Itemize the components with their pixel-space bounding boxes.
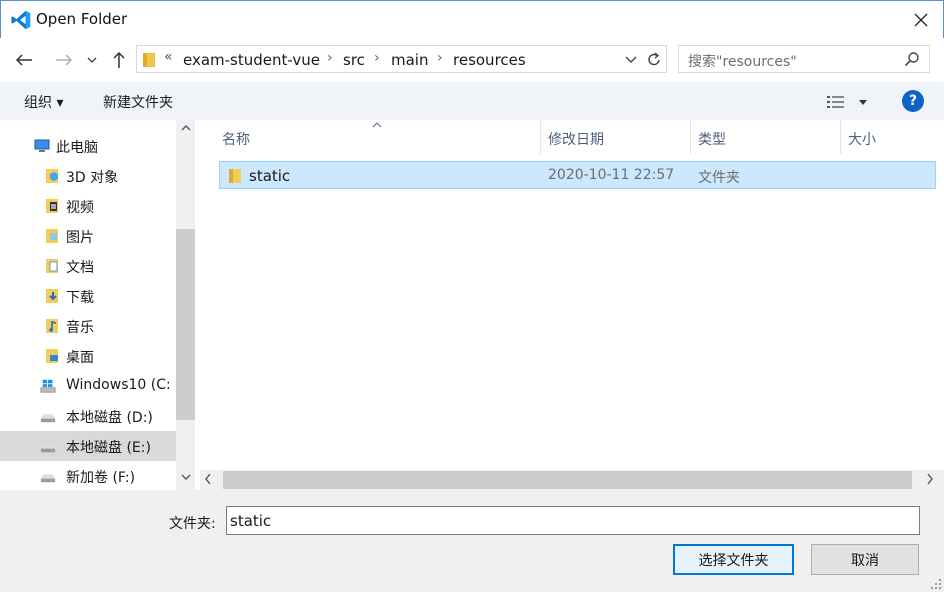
column-header-modified[interactable]: 修改日期 (548, 129, 604, 149)
column-divider[interactable] (690, 120, 691, 154)
sidebar-item-label: 图片 (66, 230, 94, 246)
windows-drive-icon (40, 379, 56, 393)
sidebar-item-label: 新加卷 (F:) (66, 470, 136, 486)
arrow-right-icon (56, 54, 73, 66)
sidebar-item-label: 视频 (66, 200, 94, 216)
search-input[interactable]: 搜索"resources" (678, 45, 930, 73)
search-placeholder: 搜索"resources" (688, 54, 797, 70)
chevron-down-icon (859, 100, 867, 105)
folder-field-label: 文件夹: (169, 516, 216, 532)
scroll-right-icon[interactable] (926, 471, 934, 490)
back-button[interactable] (12, 48, 36, 72)
computer-icon (34, 139, 50, 152)
forward-button[interactable] (52, 48, 76, 72)
vscode-icon (11, 10, 31, 30)
music-folder-icon (46, 319, 58, 333)
sidebar-item-label: 本地磁盘 (E:) (66, 440, 151, 456)
sidebar-item-pictures[interactable]: 图片 (0, 221, 176, 251)
address-dropdown-icon[interactable] (623, 51, 639, 67)
sidebar-item-this-pc[interactable]: 此电脑 (0, 131, 176, 161)
folder-name-input[interactable] (226, 506, 920, 535)
breadcrumb-separator[interactable]: › (327, 50, 333, 66)
drive-icon (40, 444, 56, 453)
details-view-icon (827, 96, 844, 108)
drive-icon (40, 414, 56, 423)
file-modified: 2020-10-11 22:57 (548, 167, 675, 183)
up-button[interactable] (107, 48, 131, 72)
sidebar-item-label: 下载 (66, 290, 94, 306)
view-options-button[interactable] (826, 92, 876, 112)
sidebar-item-videos[interactable]: 视频 (0, 191, 176, 221)
column-divider[interactable] (540, 120, 541, 154)
sidebar-item-drive-e[interactable]: 本地磁盘 (E:) (0, 431, 176, 461)
close-icon (914, 13, 928, 27)
sidebar-item-label: Windows10 (C: (66, 377, 171, 393)
organize-menu[interactable]: 组织 ▾ (24, 92, 63, 112)
video-folder-icon (46, 199, 58, 213)
address-overflow[interactable]: « (164, 49, 173, 65)
downloads-folder-icon (46, 289, 58, 303)
scroll-up-icon[interactable] (176, 122, 195, 138)
3d-objects-icon (46, 169, 58, 183)
column-header-size[interactable]: 大小 (848, 129, 876, 149)
refresh-icon[interactable] (644, 50, 664, 70)
file-list-scrollbar-thumb[interactable] (223, 471, 912, 489)
breadcrumb-resources[interactable]: resources (453, 51, 526, 69)
resize-grip-icon[interactable] (930, 578, 942, 590)
recent-locations-button[interactable] (82, 48, 102, 72)
command-bar: 组织 ▾ 新建文件夹 (0, 82, 944, 120)
pictures-folder-icon (46, 229, 58, 243)
breadcrumb-separator[interactable]: › (374, 50, 380, 66)
sidebar-item-documents[interactable]: 文档 (0, 251, 176, 281)
breadcrumb-main[interactable]: main (391, 51, 428, 69)
file-name: static (249, 167, 291, 185)
title-bar: Open Folder (0, 0, 944, 38)
navigation-pane: 此电脑 3D 对象 视频 图片 文档 下载 音乐 桌面 Windows10 (C… (0, 120, 196, 490)
file-row[interactable]: static 2020-10-11 22:57 文件夹 (219, 161, 936, 189)
sidebar-item-desktop[interactable]: 桌面 (0, 341, 176, 371)
address-bar[interactable]: « exam-student-vue › src › main › resour… (136, 45, 667, 73)
sidebar-item-3d-objects[interactable]: 3D 对象 (0, 161, 176, 191)
scroll-left-icon[interactable] (204, 471, 212, 490)
column-header-name[interactable]: 名称 (222, 129, 250, 149)
sidebar-item-drive-d[interactable]: 本地磁盘 (D:) (0, 401, 176, 431)
select-folder-button[interactable]: 选择文件夹 (673, 544, 794, 575)
arrow-up-icon (113, 51, 125, 68)
documents-folder-icon (46, 259, 58, 273)
chevron-down-icon (87, 57, 97, 63)
breadcrumb-src[interactable]: src (343, 51, 365, 69)
sidebar-item-label: 3D 对象 (66, 170, 119, 186)
search-icon (904, 52, 919, 67)
folder-icon (229, 169, 241, 183)
arrow-left-icon (15, 54, 32, 66)
sidebar-item-label: 音乐 (66, 320, 94, 336)
sidebar-scrollbar-thumb[interactable] (176, 229, 195, 420)
new-folder-button[interactable]: 新建文件夹 (103, 92, 173, 112)
close-button[interactable] (907, 7, 935, 33)
file-type: 文件夹 (698, 170, 740, 186)
sidebar-item-drive-c[interactable]: Windows10 (C: (0, 371, 176, 401)
column-header-type[interactable]: 类型 (698, 129, 726, 149)
breadcrumb-exam-student-vue[interactable]: exam-student-vue (183, 51, 320, 69)
sidebar-item-drive-f[interactable]: 新加卷 (F:) (0, 461, 176, 491)
sidebar-item-label: 此电脑 (56, 140, 98, 156)
sidebar-item-label: 文档 (66, 260, 94, 276)
column-divider[interactable] (840, 120, 841, 154)
sidebar-item-downloads[interactable]: 下载 (0, 281, 176, 311)
desktop-folder-icon (46, 349, 58, 363)
sidebar-item-label: 桌面 (66, 350, 94, 366)
scroll-down-icon[interactable] (176, 471, 195, 487)
help-icon[interactable]: ? (902, 90, 924, 112)
drive-icon (40, 474, 56, 483)
folder-icon (143, 53, 155, 67)
sort-ascending-icon (372, 118, 382, 131)
window-title: Open Folder (36, 10, 128, 28)
sidebar-item-label: 本地磁盘 (D:) (66, 410, 153, 426)
breadcrumb-separator[interactable]: › (437, 50, 443, 66)
cancel-button[interactable]: 取消 (811, 544, 919, 575)
sidebar-item-music[interactable]: 音乐 (0, 311, 176, 341)
